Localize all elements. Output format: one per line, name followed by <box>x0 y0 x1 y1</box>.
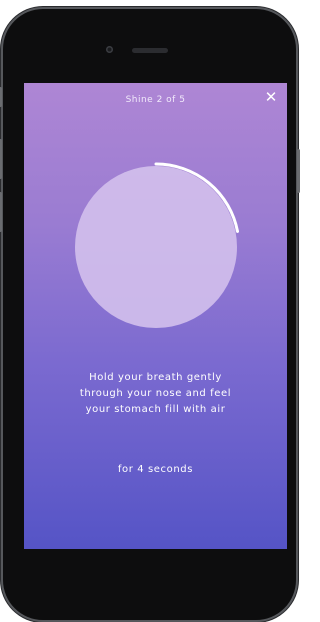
breath-progress-graphic <box>75 162 240 328</box>
mute-switch <box>0 87 2 107</box>
volume-down-button <box>0 192 2 232</box>
breath-duration: for 4 seconds <box>117 464 194 475</box>
breath-instruction: Hold your breath gently through your nos… <box>79 372 232 415</box>
breathing-screen: Shine 2 of 5 ✕ Hold your breath gently t… <box>24 83 287 549</box>
breath-circle <box>70 161 242 333</box>
volume-up-button <box>0 139 2 179</box>
front-camera <box>106 46 113 53</box>
page-title: Shine 2 of 5 <box>125 95 186 105</box>
close-icon[interactable]: ✕ <box>263 89 279 105</box>
power-button <box>297 149 300 193</box>
earpiece-speaker <box>132 48 168 53</box>
breath-orb <box>75 166 237 328</box>
